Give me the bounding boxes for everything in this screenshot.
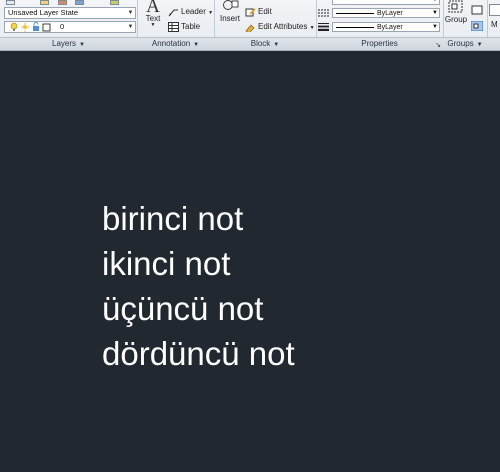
layers-panel-label[interactable]: Layers ▼ xyxy=(0,37,137,50)
layer-status-icons xyxy=(10,22,51,32)
utilities-panel-label[interactable] xyxy=(487,37,500,50)
annotation-panel: A Text ▼ Leader ▼ Table Annotation ▼ xyxy=(137,0,215,50)
group-icon xyxy=(448,0,463,13)
group-selection-icon[interactable] xyxy=(471,21,483,31)
group-button[interactable]: Group xyxy=(444,0,468,24)
measure-icon[interactable] xyxy=(489,4,500,16)
insert-button[interactable]: Insert xyxy=(217,0,243,23)
lineweight-dropdown[interactable]: ByLayer ▼ xyxy=(332,22,440,32)
layer-tool-icon[interactable] xyxy=(110,0,119,5)
utilities-panel: M xyxy=(487,0,500,50)
insert-label: Insert xyxy=(219,14,240,23)
block-edit-icon xyxy=(245,8,256,17)
lineweight-preview xyxy=(336,27,374,28)
annotation-panel-label[interactable]: Annotation ▼ xyxy=(137,37,214,50)
chevron-down-icon: ▼ xyxy=(273,42,280,48)
groups-panel-title: Groups xyxy=(447,39,474,48)
sun-icon xyxy=(21,23,29,32)
current-layer-value: 0 xyxy=(60,22,65,31)
dialog-launcher-icon[interactable]: ↘ xyxy=(435,41,441,49)
leader-icon xyxy=(168,9,178,17)
ungroup-icon[interactable] xyxy=(471,5,483,15)
chevron-down-icon: ▼ xyxy=(79,42,85,48)
layer-state-dropdown[interactable]: Unsaved Layer State ▼ xyxy=(4,7,136,19)
lineweight-icon xyxy=(318,23,329,31)
block-panel-title: Block xyxy=(250,39,271,48)
chevron-down-icon: ▼ xyxy=(309,25,315,31)
layer-tool-icon[interactable] xyxy=(75,0,84,5)
linetype-dropdown[interactable]: ByLayer ▼ xyxy=(332,8,440,18)
chevron-down-icon: ▼ xyxy=(432,24,438,30)
note-text[interactable]: üçüncü not xyxy=(102,286,263,332)
layer-tool-icon[interactable] xyxy=(40,0,49,5)
layers-panel-title: Layers xyxy=(52,39,77,48)
block-panel: Insert Edit Edit Attributes ▼ Block ▼ xyxy=(214,0,317,50)
note-text[interactable]: birinci not xyxy=(102,196,243,242)
leader-label: Leader xyxy=(181,7,206,16)
edit-attributes-label: Edit Attributes xyxy=(258,22,308,31)
layer-dropdown[interactable]: 0 ▼ xyxy=(4,21,136,33)
groups-panel: Group Groups ▼ xyxy=(443,0,488,50)
properties-panel: ▼ ByLayer ▼ ByLayer ▼ Properties ↘ xyxy=(316,0,444,50)
edit-attributes-icon xyxy=(245,24,255,32)
chevron-down-icon: ▼ xyxy=(127,10,134,16)
chevron-down-icon: ▼ xyxy=(127,24,134,30)
drawing-canvas[interactable]: birinci not ikinci not üçüncü not dördün… xyxy=(0,51,500,472)
table-button[interactable]: Table xyxy=(168,21,200,33)
text-icon: A xyxy=(146,0,160,17)
layers-panel: Unsaved Layer State ▼ 0 ▼ Layers ▼ xyxy=(0,0,138,50)
linetype-preview xyxy=(336,13,374,14)
linetype-icon xyxy=(318,9,329,17)
chevron-down-icon: ▼ xyxy=(432,0,438,3)
lineweight-value: ByLayer xyxy=(377,24,403,31)
insert-block-icon xyxy=(223,0,239,10)
layer-state-value: Unsaved Layer State xyxy=(8,8,79,17)
linetype-value: ByLayer xyxy=(377,10,403,17)
group-label: Group xyxy=(444,15,468,24)
lock-icon xyxy=(33,22,39,31)
note-text[interactable]: ikinci not xyxy=(102,241,230,287)
table-icon xyxy=(168,21,179,32)
annotation-panel-title: Annotation xyxy=(151,39,191,48)
chevron-down-icon: ▼ xyxy=(193,42,200,48)
chevron-down-icon: ▼ xyxy=(208,10,214,16)
lightbulb-icon xyxy=(10,22,18,31)
edit-attributes-button[interactable]: Edit Attributes ▼ xyxy=(245,21,315,33)
properties-panel-label[interactable]: Properties xyxy=(316,37,443,50)
block-panel-label[interactable]: Block ▼ xyxy=(214,37,316,50)
leader-button[interactable]: Leader ▼ xyxy=(168,6,213,18)
layer-tool-icon[interactable] xyxy=(58,0,67,5)
groups-panel-label[interactable]: Groups ▼ xyxy=(443,37,487,50)
table-label: Table xyxy=(181,22,201,31)
block-edit-label: Edit xyxy=(258,7,272,16)
chevron-down-icon: ▼ xyxy=(150,22,156,28)
chevron-down-icon: ▼ xyxy=(476,42,483,48)
text-button[interactable]: A Text ▼ xyxy=(141,0,165,28)
block-edit-button[interactable]: Edit xyxy=(245,6,272,18)
layer-tools-strip xyxy=(0,0,137,5)
layer-color-swatch-icon xyxy=(42,23,51,32)
properties-panel-title: Properties xyxy=(361,39,398,48)
chevron-down-icon: ▼ xyxy=(432,10,438,16)
color-dropdown[interactable]: ▼ xyxy=(332,0,440,5)
utilities-label: M xyxy=(491,20,498,29)
note-text[interactable]: dördüncü not xyxy=(102,331,295,377)
ribbon: Unsaved Layer State ▼ 0 ▼ Layers ▼ A Text… xyxy=(0,0,500,51)
layer-tool-icon[interactable] xyxy=(6,0,15,5)
